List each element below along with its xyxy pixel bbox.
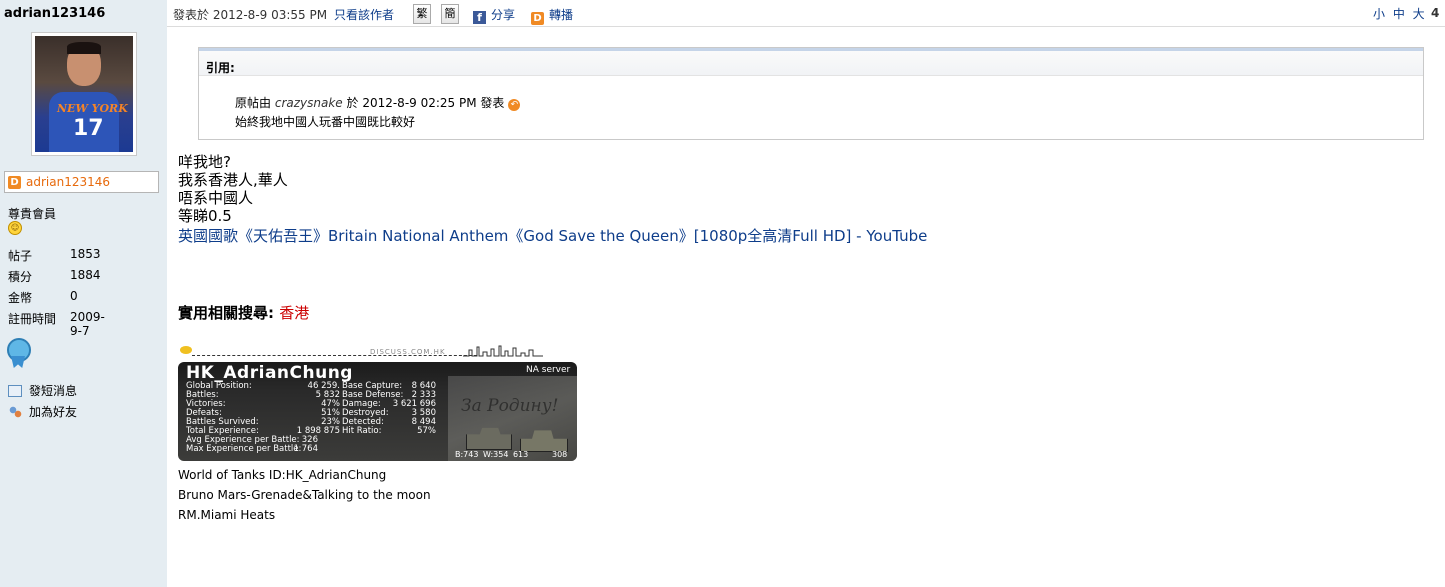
signature-line: Bruno Mars-Grenade&Talking to the moon <box>178 488 431 502</box>
repost-icon: D <box>531 12 544 25</box>
d-logo-icon: D <box>8 176 21 189</box>
user-sidebar: adrian123146 NEW YORK 17 D adrian123146 … <box>0 0 167 587</box>
only-author-link[interactable]: 只看該作者 <box>334 6 394 23</box>
send-message-link[interactable]: 發短消息 <box>8 382 77 399</box>
wot-stats-right: Base Capture: 8 640 Base Defense: 2 333 Da… <box>342 382 436 436</box>
toolbar-divider <box>167 26 1445 27</box>
user-group: 尊貴會員 <box>8 207 57 221</box>
send-message-label[interactable]: 發短消息 <box>29 384 77 398</box>
stat-value: 0 <box>70 289 78 303</box>
wot-stat-value: 57% <box>417 426 436 436</box>
post-toolbar: 發表於 2012-8-9 03:55 PM 只看該作者 繁 簡 f 分享 D 轉播 … <box>173 4 1445 26</box>
traditional-button[interactable]: 繁 <box>413 4 431 24</box>
envelope-icon <box>8 385 22 397</box>
add-friend-icon <box>8 406 22 418</box>
quote-title: 引用: <box>206 61 235 75</box>
go-to-post-icon[interactable]: ↶ <box>508 99 521 111</box>
signature-line: World of Tanks ID:HK_AdrianChung <box>178 468 387 482</box>
post-floor-number[interactable]: 4 <box>1431 6 1439 20</box>
facebook-icon: f <box>473 11 486 24</box>
share-label[interactable]: 分享 <box>491 8 515 22</box>
content-line: 我系香港人,華人 <box>178 171 288 189</box>
related-search-label: 實用相關搜尋: <box>178 304 274 322</box>
repost-link[interactable]: D 轉播 <box>531 6 573 25</box>
wot-bottom-stats: B:743 W:354 613 <box>455 450 529 459</box>
author-username[interactable]: adrian123146 <box>4 6 105 21</box>
signature-text: World of Tanks ID:HK_AdrianChung Bruno M… <box>178 465 431 525</box>
medal-icon[interactable] <box>6 338 31 370</box>
share-link[interactable]: f 分享 <box>473 6 515 24</box>
post-content: 咩我地? 我系香港人,華人 唔系中國人 等睇0.5 英國國歌《天佑吾王》Brit… <box>178 153 927 245</box>
quote-source: 原帖由 crazysnake 於 2012-8-9 02:25 PM 發表 ↶ <box>235 94 521 111</box>
quote-block: 引用: 原帖由 crazysnake 於 2012-8-9 02:25 PM 發… <box>198 47 1424 140</box>
uid-text[interactable]: adrian123146 <box>26 175 110 189</box>
quote-text: 始終我地中國人玩番中國既比較好 <box>235 115 416 129</box>
wot-stat-row: Max Experience per Battle: 1 764 <box>186 445 340 454</box>
add-friend-label[interactable]: 加為好友 <box>29 405 77 419</box>
content-line: 等睇0.5 <box>178 207 232 225</box>
wot-stats-left: Global Position: 46 259. Battles: 5 832 Vi… <box>186 382 340 454</box>
repost-label[interactable]: 轉播 <box>549 8 573 22</box>
related-search: 實用相關搜尋: 香港 <box>178 302 309 323</box>
wot-stat-row: Hit Ratio: 57% <box>342 427 436 436</box>
signature-line: RM.Miami Heats <box>178 508 276 522</box>
signature-separator: DISCUSS.COM.HK <box>178 344 543 360</box>
stat-value: 1853 <box>70 247 101 261</box>
wot-bottom-right: 308 <box>552 450 568 459</box>
content-line: 咩我地? <box>178 153 231 171</box>
stat-value: 2009-9-7 <box>70 310 105 338</box>
speech-bubble-icon <box>180 346 192 354</box>
wot-slogan: За Родину! <box>461 396 559 416</box>
wot-player-name: HK_AdrianChung <box>186 363 353 383</box>
stat-value: 1884 <box>70 268 101 282</box>
uid-box[interactable]: D adrian123146 <box>4 171 159 193</box>
wot-stat-label: Hit Ratio: <box>342 426 382 436</box>
stat-label: 註冊時間 <box>8 312 57 326</box>
font-size-switch[interactable]: 小 中 大 <box>1373 5 1427 22</box>
stat-label: 帖子 <box>8 249 33 263</box>
wot-stats-banner[interactable]: За Родину! HK_AdrianChung NA server Glob… <box>178 362 577 461</box>
quote-prefix: 原帖由 <box>235 96 272 110</box>
avatar-image: NEW YORK 17 <box>35 36 133 152</box>
stat-label: 積分 <box>8 270 33 284</box>
wot-server: NA server <box>526 365 571 375</box>
skyline-icon <box>463 345 543 357</box>
signature-watermark: DISCUSS.COM.HK <box>370 348 446 356</box>
stat-label: 金幣 <box>8 291 33 305</box>
quote-header: 引用: <box>199 48 1423 76</box>
quote-author[interactable]: crazysnake <box>275 96 343 110</box>
wot-stat-value: 1 764 <box>293 444 318 454</box>
post-timestamp: 發表於 2012-8-9 03:55 PM <box>173 8 328 22</box>
simplified-button[interactable]: 簡 <box>441 4 459 24</box>
wot-stat-label: Max Experience per Battle: <box>186 444 302 454</box>
youtube-link[interactable]: 英國國歌《天佑吾王》Britain National Anthem《God Sa… <box>178 227 927 245</box>
quote-suffix: 於 2012-8-9 02:25 PM 發表 <box>346 96 505 110</box>
add-friend-link[interactable]: 加為好友 <box>8 403 77 420</box>
avatar[interactable]: NEW YORK 17 <box>31 32 137 156</box>
related-keyword-link[interactable]: 香港 <box>279 304 309 322</box>
content-line: 唔系中國人 <box>178 189 254 207</box>
smiley-icon: ☺ <box>8 221 22 235</box>
